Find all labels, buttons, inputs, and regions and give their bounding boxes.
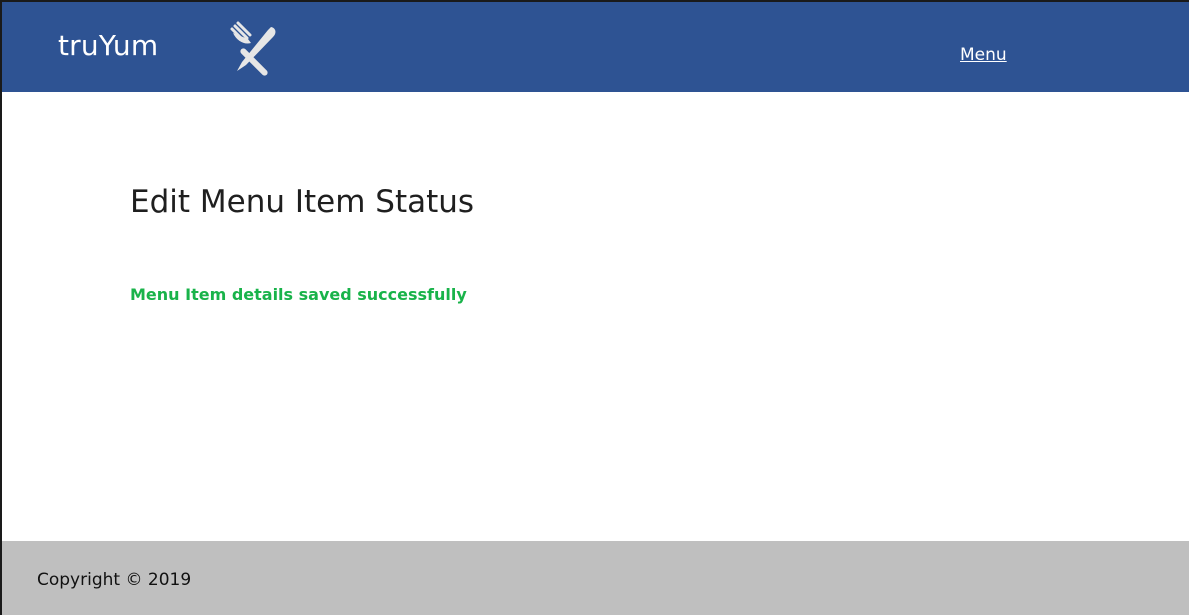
brand-name: truYum — [58, 29, 159, 62]
success-message: Menu Item details saved successfully — [130, 285, 467, 304]
fork-and-knife-icon — [230, 21, 276, 76]
header-bar: truYum Menu — [2, 2, 1189, 92]
nav-menu-link[interactable]: Menu — [960, 45, 1007, 65]
copyright-text: Copyright © 2019 — [37, 570, 192, 590]
page-frame: truYum Menu Edit Menu Item Status Menu I… — [0, 0, 1189, 615]
footer-bar: Copyright © 2019 — [2, 541, 1189, 615]
page-title: Edit Menu Item Status — [130, 184, 475, 220]
